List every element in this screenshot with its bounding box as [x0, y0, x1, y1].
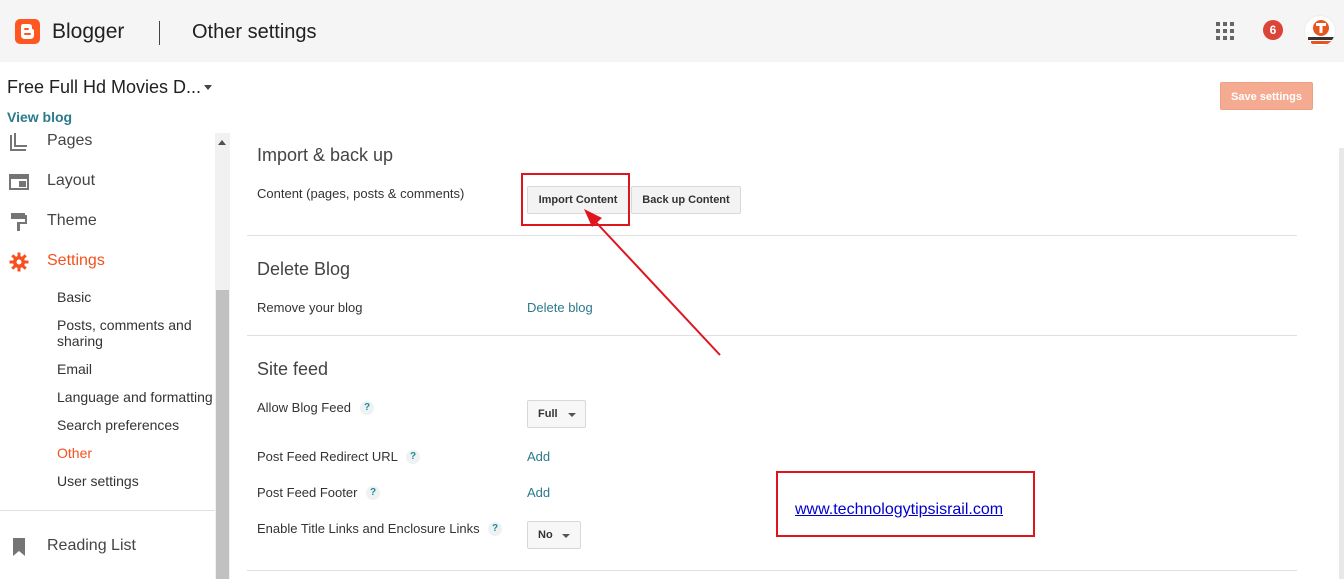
- annotation-arrow: [584, 209, 721, 356]
- watermark-url-link[interactable]: www.technologytipsisrail.com: [795, 501, 1003, 519]
